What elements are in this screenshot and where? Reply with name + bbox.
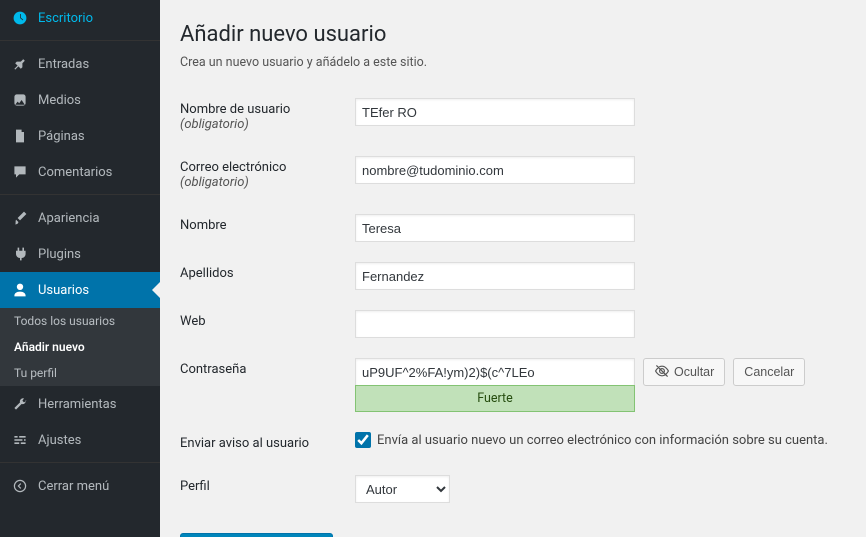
sidebar-label: Plugins: [38, 247, 81, 262]
password-input[interactable]: [355, 358, 635, 386]
firstname-input[interactable]: [355, 214, 635, 242]
admin-sidebar: Escritorio Entradas Medios Páginas Comen…: [0, 0, 160, 537]
submit-button[interactable]: Añadir nuevo usuario: [180, 533, 333, 537]
sliders-icon: [10, 430, 30, 450]
page-icon: [10, 126, 30, 146]
hide-password-button[interactable]: Ocultar: [643, 358, 725, 386]
pin-icon: [10, 54, 30, 74]
password-label: Contraseña: [180, 348, 355, 422]
page-subtitle: Crea un nuevo usuario y añádelo a este s…: [180, 55, 846, 70]
eye-off-icon: [654, 363, 670, 382]
sidebar-label: Medios: [38, 93, 81, 108]
web-input[interactable]: [355, 310, 635, 338]
sidebar-label: Ajustes: [38, 433, 81, 448]
user-form: Nombre de usuario (obligatorio) Correo e…: [180, 88, 846, 513]
submenu-perfil[interactable]: Tu perfil: [0, 360, 160, 386]
sidebar-item-herramientas[interactable]: Herramientas: [0, 386, 160, 422]
sidebar-item-medios[interactable]: Medios: [0, 82, 160, 118]
user-icon: [10, 280, 30, 300]
username-input[interactable]: [355, 98, 635, 126]
email-input[interactable]: [355, 156, 635, 184]
sidebar-item-cerrar[interactable]: Cerrar menú: [0, 468, 160, 504]
brush-icon: [10, 208, 30, 228]
sidebar-separator: [0, 458, 160, 463]
page-title: Añadir nuevo usuario: [180, 22, 846, 47]
comment-icon: [10, 162, 30, 182]
sidebar-item-paginas[interactable]: Páginas: [0, 118, 160, 154]
sidebar-item-plugins[interactable]: Plugins: [0, 236, 160, 272]
notify-label: Enviar aviso al usuario: [180, 422, 355, 465]
lastname-input[interactable]: [355, 262, 635, 290]
firstname-label: Nombre: [180, 204, 355, 252]
sidebar-item-apariencia[interactable]: Apariencia: [0, 200, 160, 236]
sidebar-label: Entradas: [38, 57, 89, 72]
main-content: Añadir nuevo usuario Crea un nuevo usuar…: [160, 0, 866, 537]
sidebar-label: Escritorio: [38, 11, 93, 26]
username-label: Nombre de usuario: [180, 102, 290, 117]
role-label: Perfil: [180, 465, 355, 513]
submenu-todos[interactable]: Todos los usuarios: [0, 308, 160, 334]
sidebar-item-escritorio[interactable]: Escritorio: [0, 0, 160, 36]
sidebar-label: Usuarios: [38, 283, 89, 298]
notify-text: Envía al usuario nuevo un correo electró…: [377, 433, 828, 448]
plug-icon: [10, 244, 30, 264]
sidebar-item-usuarios[interactable]: Usuarios: [0, 272, 160, 308]
sidebar-item-comentarios[interactable]: Comentarios: [0, 154, 160, 190]
sidebar-separator: [0, 190, 160, 195]
sidebar-label: Cerrar menú: [38, 479, 109, 494]
notify-checkbox[interactable]: [355, 432, 371, 448]
sidebar-label: Páginas: [38, 129, 85, 144]
media-icon: [10, 90, 30, 110]
sidebar-label: Apariencia: [38, 211, 100, 226]
sidebar-item-entradas[interactable]: Entradas: [0, 46, 160, 82]
sidebar-item-ajustes[interactable]: Ajustes: [0, 422, 160, 458]
dashboard-icon: [10, 8, 30, 28]
web-label: Web: [180, 300, 355, 348]
wrench-icon: [10, 394, 30, 414]
sidebar-label: Herramientas: [38, 397, 116, 412]
sidebar-label: Comentarios: [38, 165, 112, 180]
cancel-password-button[interactable]: Cancelar: [733, 358, 805, 386]
lastname-label: Apellidos: [180, 252, 355, 300]
email-label: Correo electrónico: [180, 160, 286, 175]
collapse-icon: [10, 476, 30, 496]
required-hint: (obligatorio): [180, 175, 249, 190]
role-select[interactable]: Autor: [355, 475, 450, 503]
required-hint: (obligatorio): [180, 117, 249, 132]
sidebar-separator: [0, 36, 160, 41]
submenu-anadir[interactable]: Añadir nuevo: [0, 334, 160, 360]
sidebar-submenu: Todos los usuarios Añadir nuevo Tu perfi…: [0, 308, 160, 386]
password-strength: Fuerte: [355, 385, 635, 412]
